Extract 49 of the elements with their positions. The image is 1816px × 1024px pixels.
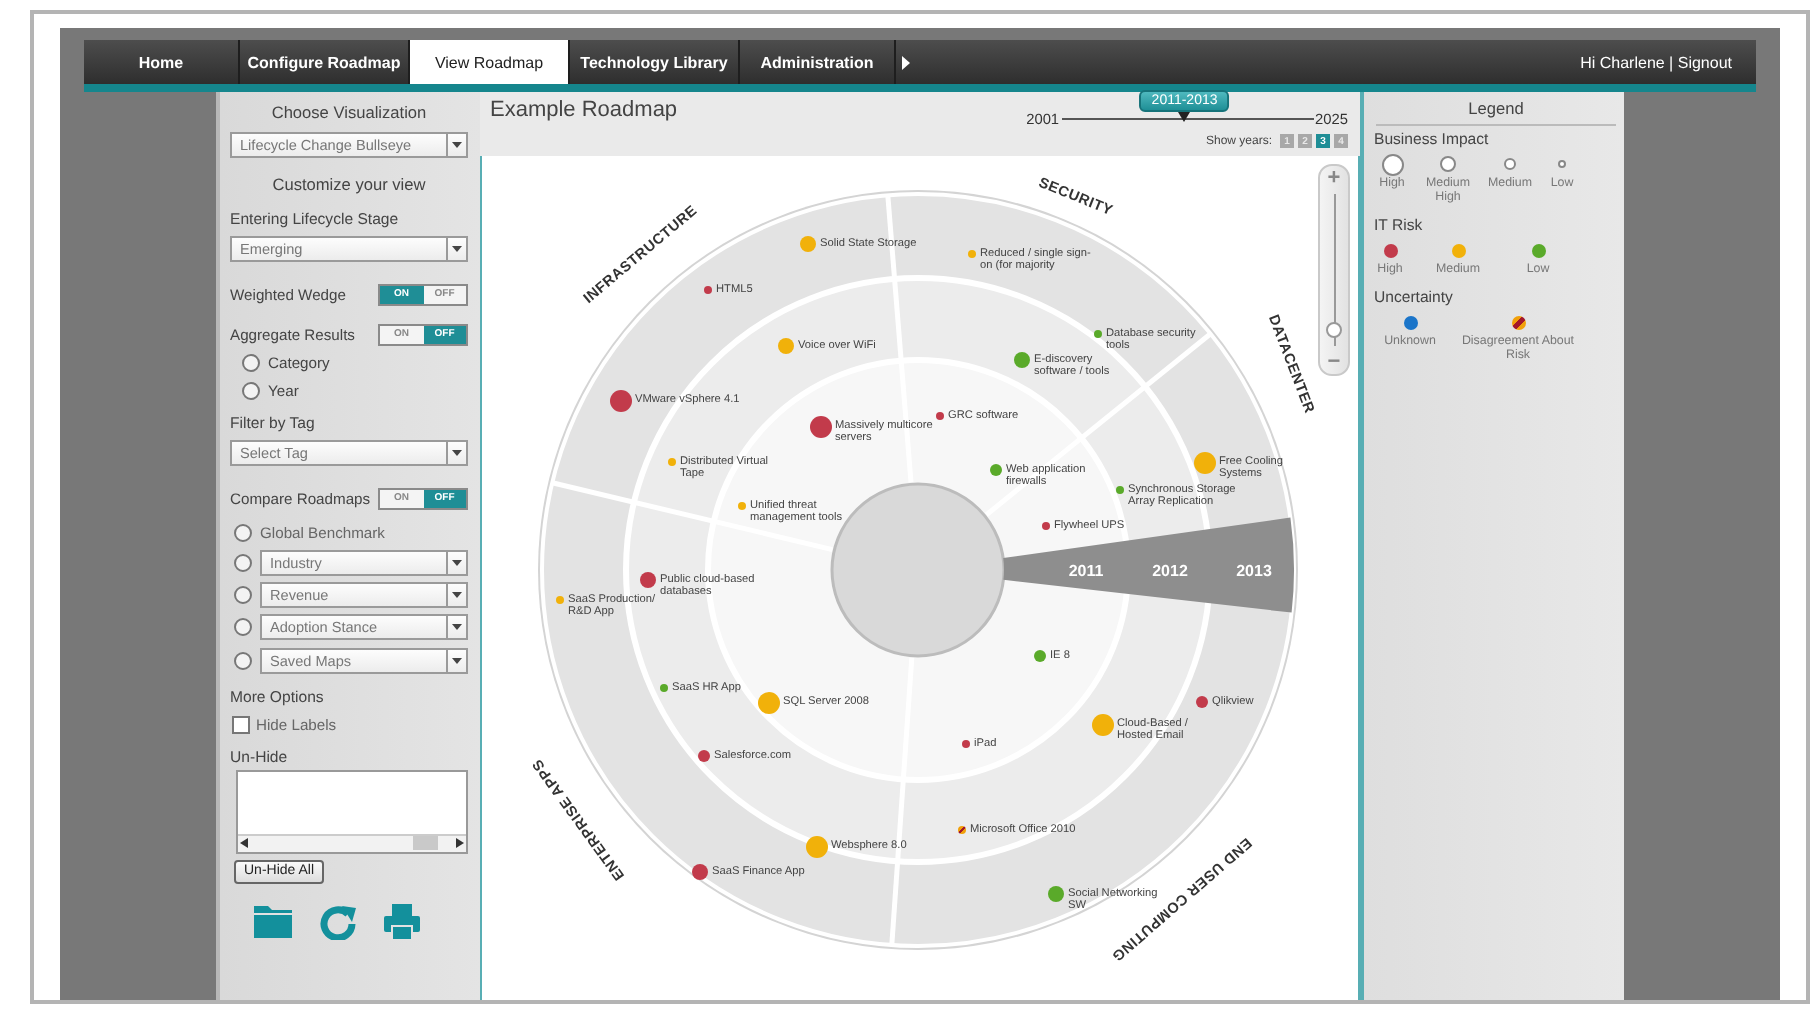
section-heading: Choose Visualization <box>269 100 429 126</box>
radio-button[interactable] <box>242 381 260 399</box>
risk-dot[interactable] <box>738 502 746 510</box>
user-links[interactable]: Hi Charlene | Signout <box>1580 53 1756 71</box>
zoom-slider[interactable]: + − <box>1318 164 1350 376</box>
radio-button[interactable] <box>234 651 252 670</box>
legend-title: Legend <box>1376 92 1616 126</box>
zoom-in-button[interactable]: + <box>1322 166 1346 190</box>
roadmap-title: Example Roadmap <box>490 98 678 126</box>
caret-icon <box>452 624 462 631</box>
caret-icon <box>452 142 462 148</box>
radio-button[interactable] <box>242 353 260 371</box>
risk-dot[interactable] <box>1116 486 1124 494</box>
caret-icon <box>452 559 462 566</box>
risk-dot[interactable] <box>968 250 976 258</box>
year-label: 2011 <box>1068 562 1104 580</box>
risk-dot[interactable] <box>962 740 970 748</box>
section-heading: Customize your view <box>270 172 428 198</box>
year-label: 2013 <box>1236 562 1272 580</box>
radio-button[interactable] <box>234 586 252 605</box>
folder-icon[interactable] <box>254 903 292 938</box>
caret-icon <box>452 246 462 252</box>
zoom-out-button[interactable]: − <box>1322 350 1346 374</box>
nav-tab[interactable]: Administration <box>740 40 896 84</box>
risk-dot[interactable] <box>668 458 676 466</box>
caret-icon <box>452 592 462 599</box>
risk-dot[interactable] <box>1094 330 1102 338</box>
radio-button[interactable] <box>234 523 252 541</box>
risk-dot[interactable] <box>692 864 708 880</box>
risk-dot[interactable] <box>936 412 944 420</box>
radio-button[interactable] <box>234 618 252 637</box>
scrollbar[interactable] <box>238 833 466 852</box>
more-arrow-icon[interactable] <box>902 55 910 69</box>
caret-icon <box>452 657 462 664</box>
nav-tab[interactable]: View Roadmap <box>410 40 570 84</box>
checkbox[interactable] <box>232 716 250 735</box>
printer-icon[interactable] <box>384 903 420 940</box>
risk-dot[interactable] <box>556 596 564 604</box>
radio-button[interactable] <box>234 553 252 572</box>
risk-dot[interactable] <box>958 826 966 834</box>
zoom-thumb[interactable] <box>1326 322 1342 339</box>
nav-tab[interactable]: Home <box>84 40 240 84</box>
caret-icon <box>452 450 462 456</box>
nav-tab[interactable]: Technology Library <box>570 40 740 84</box>
risk-dot[interactable] <box>704 286 712 294</box>
risk-dot[interactable] <box>1042 522 1050 530</box>
year-label: 2012 <box>1152 562 1188 580</box>
risk-dot[interactable] <box>660 684 668 692</box>
refresh-icon[interactable] <box>320 903 356 940</box>
